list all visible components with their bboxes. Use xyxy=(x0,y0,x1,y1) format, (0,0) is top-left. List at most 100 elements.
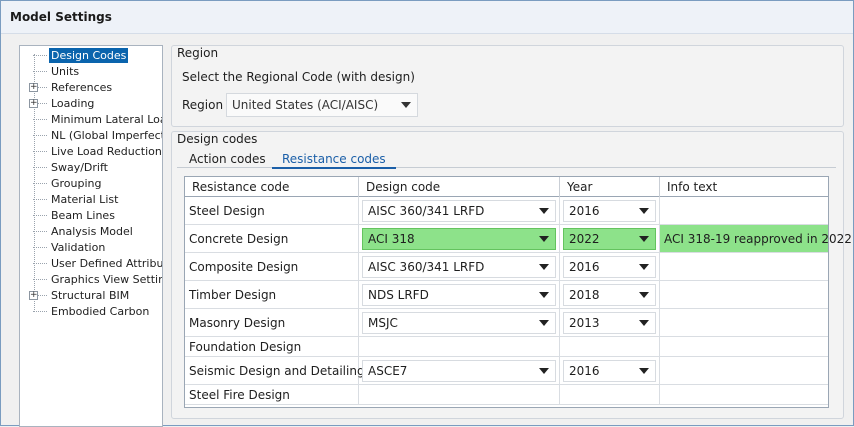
tree-item[interactable]: Design Codes xyxy=(20,48,162,63)
info-text-cell xyxy=(660,385,828,404)
design-code-cell: ACI 318 xyxy=(359,225,560,252)
chevron-down-icon xyxy=(401,102,411,108)
column-header-year[interactable]: Year xyxy=(560,177,660,197)
year-value: 2022 xyxy=(569,232,600,246)
design-code-select[interactable]: NDS LRFD xyxy=(362,284,556,306)
tree-connector xyxy=(33,183,47,184)
tree-connector xyxy=(33,247,47,248)
settings-tree[interactable]: Design Codes Units + References + Loading Mini… xyxy=(19,45,163,427)
design-code-cell xyxy=(359,385,560,404)
info-text-cell xyxy=(660,357,828,384)
tree-item-label: Loading xyxy=(51,97,95,110)
design-code-cell: NDS LRFD xyxy=(359,281,560,308)
design-code-select[interactable]: AISC 360/341 LRFD xyxy=(362,256,556,278)
year-select[interactable]: 2022 xyxy=(563,228,656,250)
tree-item[interactable]: + Loading xyxy=(20,96,162,111)
column-header-info-text[interactable]: Info text xyxy=(660,177,828,197)
column-header-design-code[interactable]: Design code xyxy=(359,177,560,197)
info-text-cell xyxy=(660,337,828,356)
table-row: Foundation Design xyxy=(185,337,828,357)
info-text-cell xyxy=(660,281,828,308)
chevron-down-icon xyxy=(539,320,549,326)
design-code-select[interactable]: MSJC xyxy=(362,312,556,334)
tree-connector xyxy=(33,119,47,120)
tree-item-label: Embodied Carbon xyxy=(51,305,150,318)
year-select[interactable]: 2016 xyxy=(563,256,656,278)
tree-item[interactable]: Sway/Drift xyxy=(20,160,162,175)
chevron-down-icon xyxy=(639,236,649,242)
table-row: Masonry Design MSJC 2013 xyxy=(185,309,828,337)
year-select[interactable]: 2016 xyxy=(563,360,656,382)
table-row: Steel Design AISC 360/341 LRFD 2016 xyxy=(185,197,828,225)
year-cell: 2016 xyxy=(560,357,660,384)
design-code-value: ACI 318 xyxy=(368,232,415,246)
region-group-title: Region xyxy=(177,46,219,60)
year-cell: 2013 xyxy=(560,309,660,336)
year-select[interactable]: 2016 xyxy=(563,200,656,222)
resistance-code-cell: Composite Design xyxy=(185,253,359,280)
design-code-value: ASCE7 xyxy=(368,364,408,378)
design-code-value: AISC 360/341 LRFD xyxy=(368,260,485,274)
window-title: Model Settings xyxy=(10,10,112,24)
year-value: 2016 xyxy=(569,260,600,274)
design-code-cell: MSJC xyxy=(359,309,560,336)
resistance-code-cell: Masonry Design xyxy=(185,309,359,336)
tree-item[interactable]: Live Load Reduction xyxy=(20,144,162,159)
tree-item[interactable]: Material List xyxy=(20,192,162,207)
tree-item[interactable]: + References xyxy=(20,80,162,95)
tree-item-label: Live Load Reduction xyxy=(51,145,162,158)
resistance-code-cell-text: Seismic Design and Detailing xyxy=(189,363,365,378)
info-text-cell xyxy=(660,253,828,280)
tree-connector xyxy=(33,263,47,264)
chevron-down-icon xyxy=(539,208,549,214)
table-row: Composite Design AISC 360/341 LRFD 2016 xyxy=(185,253,828,281)
tab-resistance-codes[interactable]: Resistance codes xyxy=(272,151,396,169)
resistance-code-cell: Timber Design xyxy=(185,281,359,308)
tree-item[interactable]: + Structural BIM xyxy=(20,288,162,303)
expand-icon[interactable]: + xyxy=(29,291,38,300)
design-code-select[interactable]: ASCE7 xyxy=(362,360,556,382)
expand-icon[interactable]: + xyxy=(29,99,38,108)
region-select[interactable]: United States (ACI/AISC) xyxy=(226,93,418,117)
resistance-code-cell-text: Masonry Design xyxy=(189,315,286,330)
tree-item-label: Minimum Lateral Loads xyxy=(51,113,162,126)
column-header-resistance-code[interactable]: Resistance code xyxy=(185,177,359,197)
year-cell xyxy=(560,385,660,404)
tree-item[interactable]: Embodied Carbon xyxy=(20,304,162,319)
expand-icon[interactable]: + xyxy=(29,83,38,92)
tree-item[interactable]: Graphics View Settings xyxy=(20,272,162,287)
year-value: 2016 xyxy=(569,204,600,218)
resistance-code-cell-text: Composite Design xyxy=(189,259,299,274)
design-code-select[interactable]: ACI 318 xyxy=(362,228,556,250)
region-prompt: Select the Regional Code (with design) xyxy=(182,70,415,84)
tab-action-codes[interactable]: Action codes xyxy=(189,151,266,169)
tree-connector xyxy=(33,167,47,168)
year-select[interactable]: 2018 xyxy=(563,284,656,306)
tree-item[interactable]: Validation xyxy=(20,240,162,255)
chevron-down-icon xyxy=(539,236,549,242)
tree-item-label: Sway/Drift xyxy=(51,161,108,174)
tree-item[interactable]: NL (Global Imperfectio xyxy=(20,128,162,143)
tree-item[interactable]: Beam Lines xyxy=(20,208,162,223)
year-select[interactable]: 2013 xyxy=(563,312,656,334)
design-code-select[interactable]: AISC 360/341 LRFD xyxy=(362,200,556,222)
tree-connector xyxy=(33,135,47,136)
tree-item-label: Design Codes xyxy=(49,48,129,63)
resistance-code-cell-text: Foundation Design xyxy=(189,339,302,354)
tree-item[interactable]: Minimum Lateral Loads xyxy=(20,112,162,127)
chevron-down-icon xyxy=(539,264,549,270)
design-code-value: MSJC xyxy=(368,316,398,330)
year-cell: 2022 xyxy=(560,225,660,252)
tree-item[interactable]: Grouping xyxy=(20,176,162,191)
chevron-down-icon xyxy=(639,292,649,298)
resistance-code-cell: Seismic Design and Detailing xyxy=(185,357,365,384)
tree-item[interactable]: Analysis Model xyxy=(20,224,162,239)
tree-item-label: Structural BIM xyxy=(51,289,130,302)
chevron-down-icon xyxy=(539,292,549,298)
tree-connector xyxy=(33,55,47,56)
tree-item-label: Units xyxy=(51,65,80,78)
tree-item[interactable]: User Defined Attributes xyxy=(20,256,162,271)
tree-connector xyxy=(33,215,47,216)
tree-item[interactable]: Units xyxy=(20,64,162,79)
tree-item-label: Material List xyxy=(51,193,119,206)
